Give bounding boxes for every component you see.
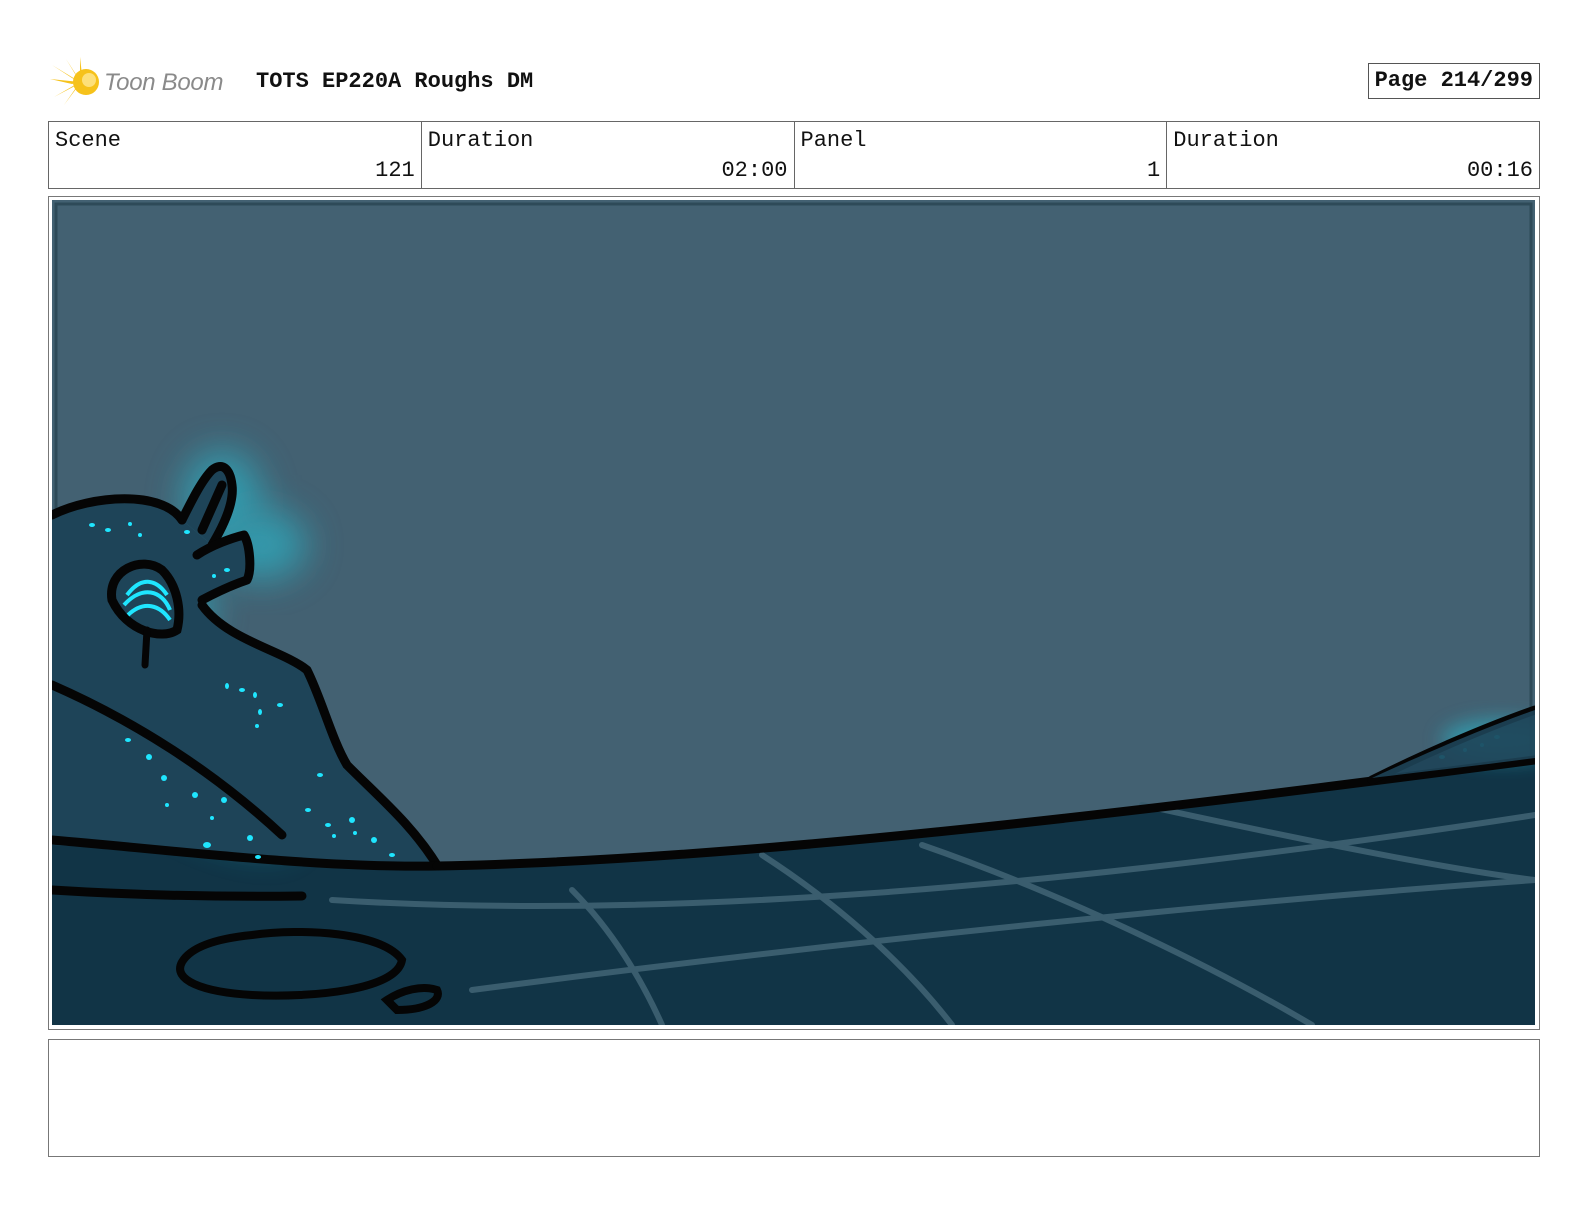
panel-duration-value: 00:16 — [1466, 158, 1533, 183]
scene-duration-value: 02:00 — [721, 158, 788, 183]
panel-number: 1 — [1147, 158, 1161, 183]
document-title: TOTS EP220A Roughs DM — [256, 69, 534, 94]
scene-duration-cell: Duration 02:00 — [422, 122, 795, 188]
storyboard-panel-drawing — [52, 200, 1535, 1025]
panel-label: Panel — [800, 128, 867, 153]
scene-cell: Scene 121 — [49, 122, 422, 188]
scene-duration-label: Duration — [427, 128, 534, 153]
panel-duration-label: Duration — [1173, 128, 1279, 153]
scene-label: Scene — [55, 128, 122, 153]
logo-wordmark: Toon Boom — [104, 69, 224, 96]
toon-boom-logo: Toon Boom — [50, 57, 250, 107]
scene-number: 121 — [375, 158, 415, 183]
panel-cell: Panel 1 — [795, 122, 1168, 188]
panel-notes-box — [48, 1039, 1540, 1157]
panel-duration-cell: Duration 00:16 — [1167, 122, 1539, 188]
starburst-icon — [50, 57, 99, 105]
page-indicator: Page 214/299 — [1367, 63, 1540, 99]
storyboard-header: Toon Boom TOTS EP220A Roughs DM Page 214… — [50, 55, 1540, 109]
panel-frame — [48, 196, 1540, 1030]
scene-info-table: Scene 121 Duration 02:00 Panel 1 Duratio… — [48, 121, 1540, 189]
